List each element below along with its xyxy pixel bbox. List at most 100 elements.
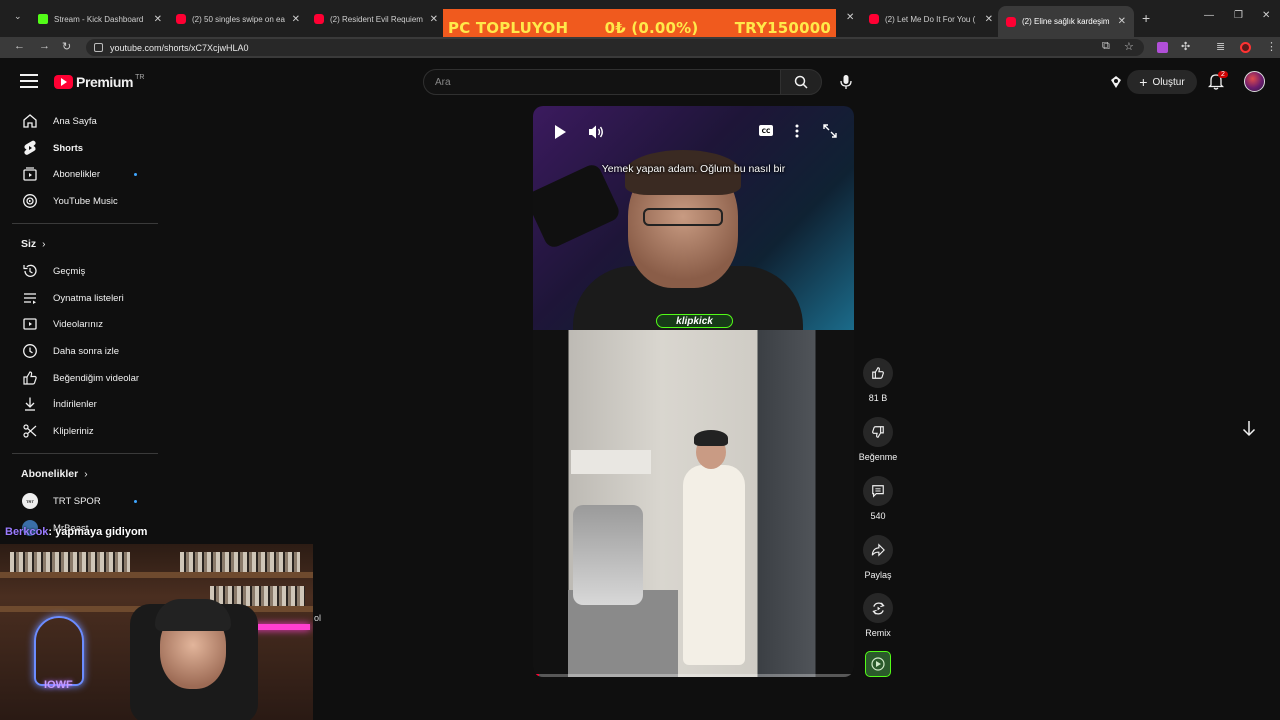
restore-icon[interactable]: ❐ — [1234, 10, 1243, 21]
sidebar-subscriptions-heading[interactable]: Abonelikler › — [21, 468, 88, 480]
history-icon — [23, 264, 37, 277]
share-circle — [863, 535, 893, 565]
tab-youtube-let-me[interactable]: (2) Let Me Do It For You ( ✕ — [869, 8, 993, 30]
sidebar-item-downloads[interactable]: İndirilenler — [0, 391, 160, 417]
youtube-favicon-icon — [869, 14, 879, 24]
youtube-premium-logo[interactable]: Premium TR — [54, 74, 144, 90]
home-icon — [23, 114, 37, 128]
sidebar-item-your-videos[interactable]: Videolarınız — [0, 311, 160, 337]
share-button[interactable]: Paylaş — [858, 535, 898, 580]
arrow-down-icon[interactable] — [1241, 420, 1257, 438]
sound-thumbnail[interactable] — [865, 651, 891, 677]
tab-close-icon[interactable]: ✕ — [292, 14, 300, 25]
new-tab-icon[interactable]: + — [1142, 10, 1150, 26]
notification-badge: 2 — [1218, 71, 1228, 78]
kitchen-hood — [571, 450, 651, 474]
sidebar-heading-label: Abonelikler — [21, 468, 79, 480]
account-avatar[interactable] — [1244, 71, 1265, 92]
reload-icon[interactable]: ↻ — [62, 40, 71, 53]
tab-close-icon[interactable]: ✕ — [846, 12, 854, 23]
sidebar-item-shorts[interactable]: Shorts — [0, 135, 160, 161]
sidebar-you-heading[interactable]: Siz › — [21, 238, 46, 250]
media-control-icon[interactable]: ≣ — [1216, 40, 1225, 53]
tab-search-icon[interactable]: ⌄ — [14, 11, 22, 22]
tab-youtube-active[interactable]: (2) Eline sağlık kardeşim - ✕ — [998, 6, 1134, 37]
comments-button[interactable]: 540 — [858, 476, 898, 521]
address-bar[interactable]: youtube.com/shorts/xC7XcjwHLA0 — [86, 39, 1144, 56]
volume-icon[interactable] — [588, 124, 605, 140]
sidebar-channel-trt-spor[interactable]: TRT TRT SPOR — [0, 488, 160, 514]
extensions-puzzle-icon[interactable]: ✣ — [1181, 40, 1190, 53]
more-options-icon[interactable] — [795, 124, 799, 138]
new-content-dot — [134, 172, 137, 176]
captions-icon[interactable]: CC — [758, 124, 774, 137]
plus-icon: + — [1139, 74, 1148, 90]
sidebar-item-watch-later[interactable]: Daha sonra izle — [0, 338, 160, 364]
browser-menu-icon[interactable]: ⋮ — [1266, 40, 1277, 53]
sidebar-item-label: Shorts — [53, 142, 84, 154]
remix-button[interactable]: Remix — [858, 593, 898, 638]
create-label: Oluştur — [1152, 76, 1185, 88]
play-icon[interactable] — [553, 124, 567, 140]
dislike-button[interactable]: Beğenme — [858, 417, 898, 462]
microphone-arm — [533, 161, 622, 251]
tab-close-icon[interactable]: ✕ — [985, 14, 993, 25]
shorts-icon — [24, 140, 36, 155]
hamburger-menu-icon[interactable] — [20, 74, 38, 88]
forward-icon[interactable]: → — [39, 40, 50, 52]
video-progress-bar[interactable] — [533, 674, 854, 677]
thumbs-up-icon — [872, 367, 884, 379]
tab-kick-dashboard[interactable]: Stream - Kick Dashboard ✕ — [38, 8, 162, 30]
tab-title: (2) 50 singles swipe on ea — [192, 14, 285, 24]
create-button[interactable]: + Oluştur — [1127, 70, 1197, 94]
sidebar-item-music[interactable]: YouTube Music — [0, 188, 160, 214]
profile-icon[interactable] — [1240, 42, 1251, 53]
comment-icon — [872, 485, 884, 498]
like-count: 81 B — [868, 393, 888, 403]
sidebar-item-label: Daha sonra izle — [53, 345, 120, 357]
sidebar-item-label: Klipleriniz — [53, 425, 94, 437]
tab-close-icon[interactable]: ✕ — [1118, 16, 1126, 27]
site-info-icon[interactable] — [94, 43, 103, 52]
sidebar-divider — [12, 453, 158, 454]
tab-youtube-resident-evil[interactable]: (2) Resident Evil Requiem ✕ — [314, 8, 438, 30]
like-button[interactable]: 81 B — [858, 358, 898, 403]
youtube-favicon-icon — [176, 14, 186, 24]
remix-label: Remix — [865, 628, 891, 638]
watch-later-icon — [23, 344, 37, 358]
premium-sparkle-icon[interactable] — [1109, 75, 1123, 89]
search-input[interactable]: Ara — [423, 69, 781, 95]
svg-text:CC: CC — [762, 128, 771, 135]
sidebar-item-playlists[interactable]: Oynatma listeleri — [0, 285, 160, 311]
sidebar-item-liked[interactable]: Beğendiğim videolar — [0, 365, 160, 391]
logo-brand-text: Premium — [76, 74, 134, 90]
sidebar-item-subscriptions[interactable]: Abonelikler — [0, 161, 160, 187]
fullscreen-icon[interactable] — [823, 124, 837, 138]
sidebar-item-clips[interactable]: Klipleriniz — [0, 418, 160, 444]
sidebar-item-history[interactable]: Geçmiş — [0, 258, 160, 284]
ticker-change: 0₺ (0.00%) — [604, 18, 699, 37]
tab-youtube-singles[interactable]: (2) 50 singles swipe on ea ✕ — [176, 8, 300, 30]
neon-logo-text: IOWF — [44, 679, 73, 691]
back-icon[interactable]: ← — [14, 40, 25, 52]
tab-close-icon[interactable]: ✕ — [430, 14, 438, 25]
sidebar-item-label: Beğendiğim videolar — [53, 372, 140, 384]
window-close-icon[interactable]: ✕ — [1262, 10, 1270, 21]
voice-search-button[interactable] — [833, 69, 859, 95]
books-row — [10, 552, 130, 572]
ticker-label: PC TOPLUYOH — [448, 18, 569, 37]
chevron-right-icon: › — [42, 238, 46, 250]
bookmark-star-icon[interactable]: ☆ — [1124, 40, 1134, 53]
minimize-icon[interactable]: — — [1204, 10, 1214, 21]
shorts-video-player[interactable]: Yemek yapan adam. Oğlum bu nasıl bir kli… — [533, 106, 854, 677]
search-placeholder: Ara — [435, 76, 451, 88]
search-button[interactable] — [780, 69, 822, 95]
like-circle — [863, 358, 893, 388]
sidebar-item-home[interactable]: Ana Sayfa — [0, 108, 160, 134]
install-app-icon[interactable]: ⧉ — [1102, 40, 1110, 53]
tab-close-icon[interactable]: ✕ — [154, 14, 162, 25]
video-caption: Yemek yapan adam. Oğlum bu nasıl bir — [601, 163, 786, 175]
logo-region-text: TR — [135, 74, 145, 81]
klipkick-logo-icon — [871, 657, 885, 671]
extension-icon[interactable] — [1157, 42, 1168, 53]
